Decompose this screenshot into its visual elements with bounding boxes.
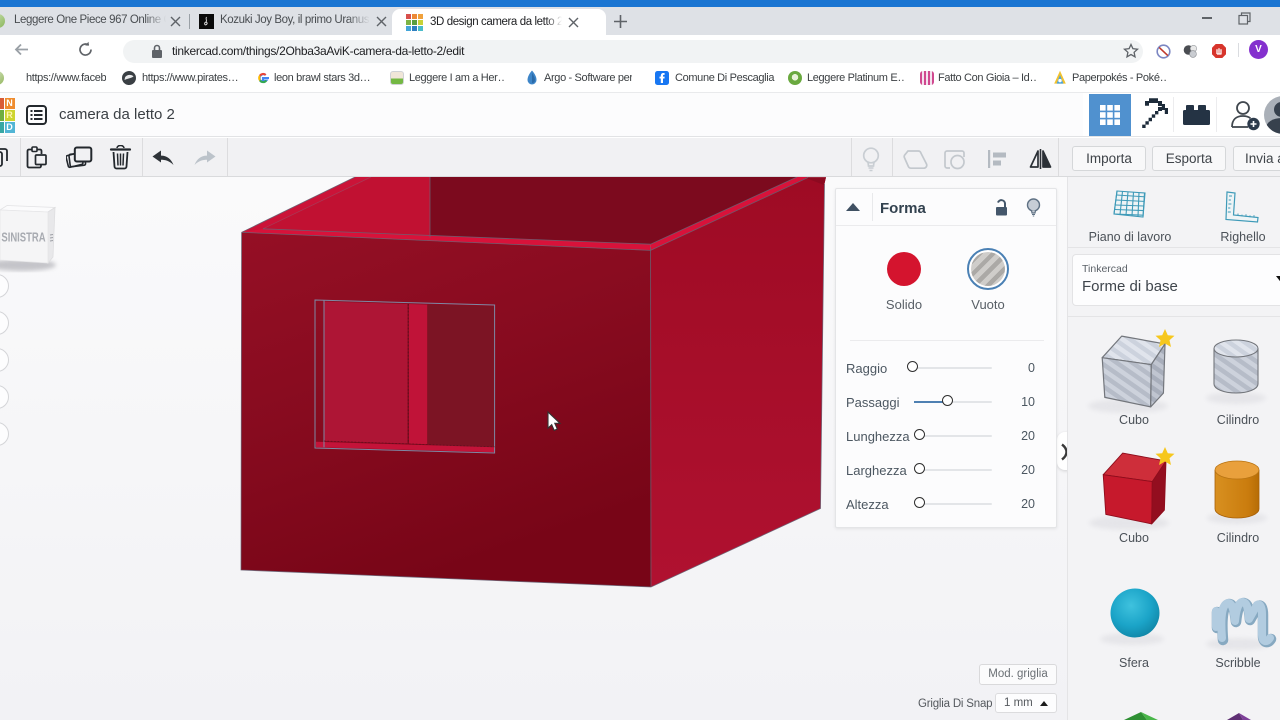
svg-text:Sfera: Sfera xyxy=(1119,656,1149,670)
svg-text:Cilindro: Cilindro xyxy=(1217,413,1259,427)
svg-text:Cilindro: Cilindro xyxy=(1217,531,1259,545)
svg-text:SINISTRA: SINISTRA xyxy=(1,231,45,245)
svg-text:Cubo: Cubo xyxy=(1119,531,1149,545)
svg-text:Cubo: Cubo xyxy=(1119,413,1149,427)
svg-text:Scribble: Scribble xyxy=(1215,656,1260,670)
